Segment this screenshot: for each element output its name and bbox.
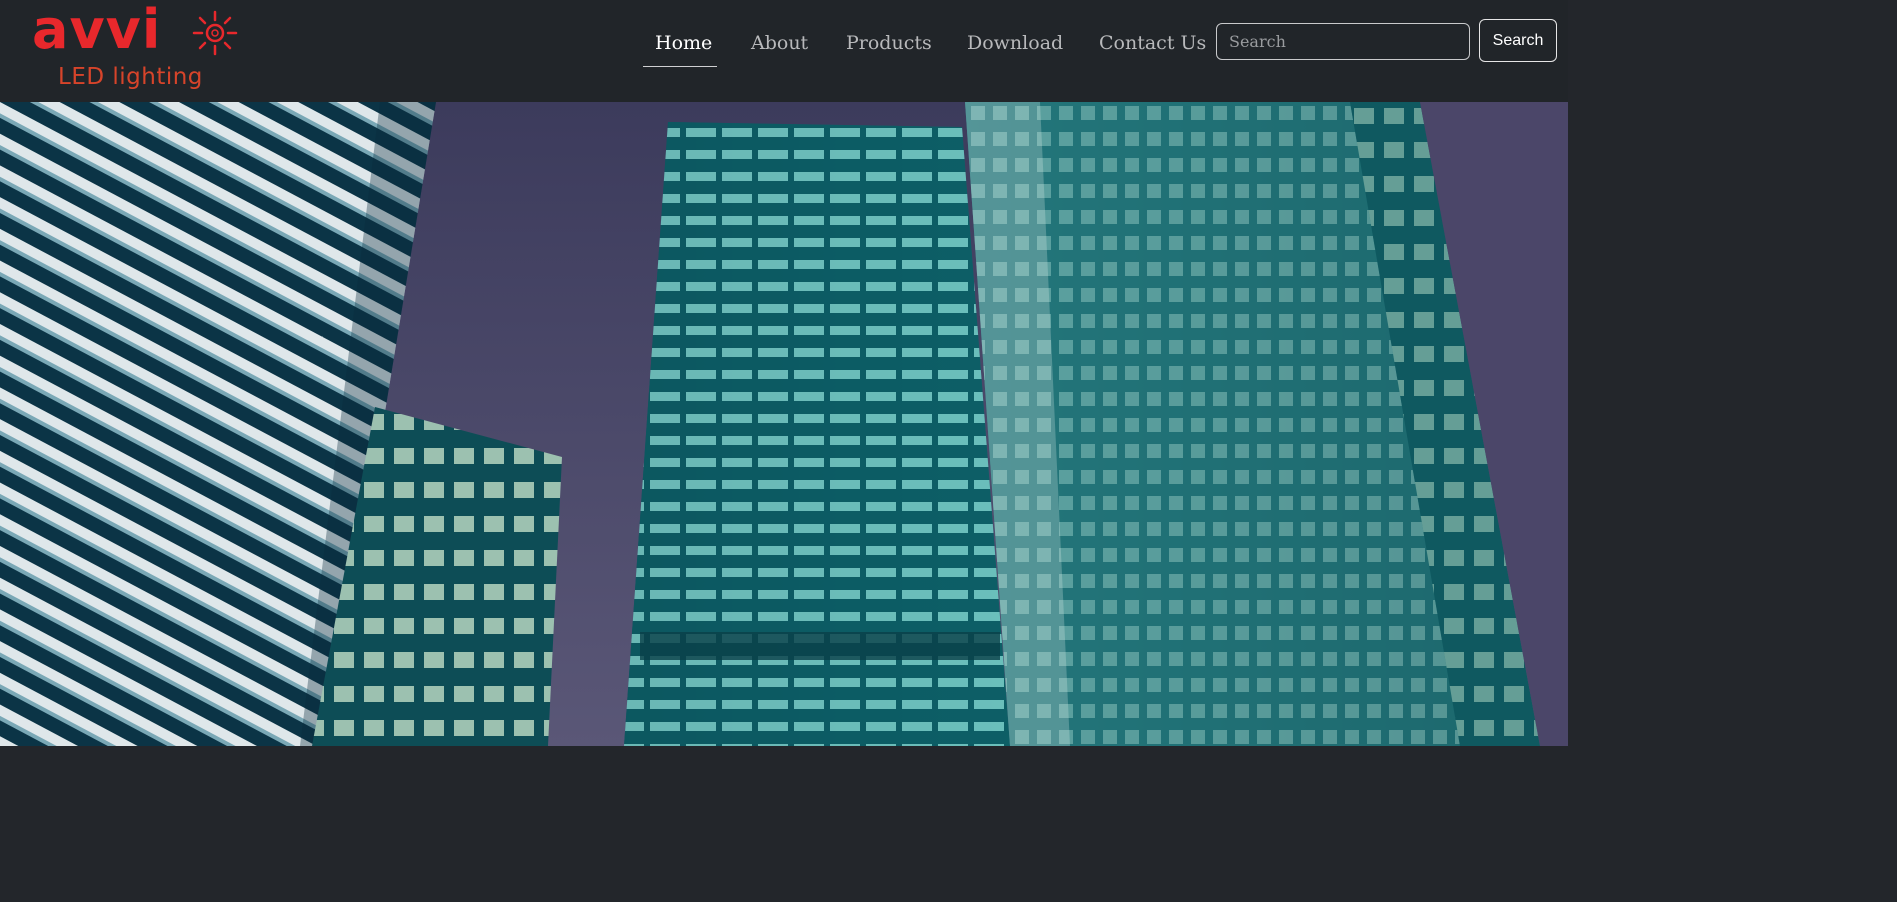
hero-skyline-image (0, 102, 1568, 746)
active-nav-indicator (643, 66, 717, 67)
hero-banner (0, 102, 1568, 746)
navbar: avvi LED lighting Home About Products Do… (0, 0, 1568, 102)
brand-logo[interactable]: avvi LED lighting (32, 0, 242, 94)
logo-wordmark: avvi (32, 0, 162, 61)
nav-contact-us[interactable]: Contact Us (1099, 28, 1206, 58)
logo-tagline: LED lighting (58, 64, 203, 90)
search-input[interactable] (1216, 23, 1470, 60)
nav-products[interactable]: Products (846, 28, 932, 58)
search-button[interactable]: Search (1479, 19, 1557, 62)
nav-home[interactable]: Home (655, 28, 712, 58)
central-tower (624, 122, 1010, 746)
nav-download[interactable]: Download (967, 28, 1063, 58)
sun-icon (192, 10, 238, 56)
nav-about[interactable]: About (751, 28, 808, 58)
